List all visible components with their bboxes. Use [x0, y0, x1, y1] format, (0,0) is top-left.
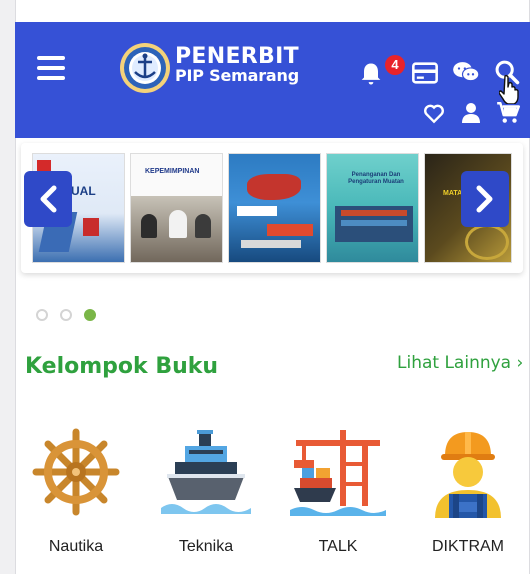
brand[interactable]: PENERBIT PIP Semarang — [175, 45, 299, 85]
category-talk[interactable] — [283, 426, 393, 522]
category-diktram[interactable] — [413, 426, 523, 522]
carousel-pagination — [36, 309, 96, 321]
slide-title: KEPEMIMPINAN — [145, 168, 200, 175]
chat-icon[interactable] — [452, 58, 480, 86]
category-label: Teknika — [178, 538, 234, 555]
carousel-dot[interactable] — [36, 309, 48, 321]
brand-subtitle: PIP Semarang — [175, 66, 299, 86]
user-icon[interactable] — [459, 100, 483, 126]
category-label: Nautika — [48, 538, 104, 555]
ship-icon — [161, 430, 251, 514]
app-header: PENERBIT PIP Semarang 4 — [15, 22, 530, 138]
carousel-next-button[interactable] — [461, 171, 509, 227]
category-label: DIKTRAM — [432, 538, 504, 555]
carousel-slide[interactable]: Penanganan Dan Pengaturan Muatan — [326, 153, 419, 263]
ship-wheel-icon — [32, 428, 120, 516]
book-carousel[interactable]: SUAL KEPEMIMPINAN Penanganan Dan Pengatu… — [21, 143, 523, 273]
see-all-link[interactable]: Lihat Lainnya › — [397, 353, 523, 373]
heart-icon[interactable] — [421, 100, 447, 126]
carousel-slide[interactable] — [228, 153, 321, 263]
category-label: TALK — [318, 538, 358, 555]
chevron-right-icon — [476, 185, 493, 213]
notification-badge: 4 — [385, 55, 405, 75]
carousel-slide[interactable]: KEPEMIMPINAN — [130, 153, 223, 263]
worker-icon — [435, 432, 501, 518]
slide-title: Penanganan Dan Pengaturan Muatan — [348, 172, 404, 186]
section-title: Kelompok Buku — [25, 354, 219, 379]
chevron-left-icon — [40, 185, 57, 213]
hamburger-icon[interactable] — [37, 56, 65, 80]
carousel-dot-active[interactable] — [84, 309, 96, 321]
category-nautika[interactable] — [21, 426, 131, 522]
port-crane-icon — [290, 430, 386, 516]
brand-title: PENERBIT — [175, 44, 299, 69]
anchor-seal-logo[interactable] — [119, 42, 171, 94]
carousel-dot[interactable] — [60, 309, 72, 321]
bell-icon[interactable] — [357, 60, 385, 88]
category-teknika[interactable] — [151, 426, 261, 522]
carousel-prev-button[interactable] — [24, 171, 72, 227]
cart-icon[interactable] — [495, 100, 521, 126]
card-icon[interactable] — [411, 59, 439, 87]
